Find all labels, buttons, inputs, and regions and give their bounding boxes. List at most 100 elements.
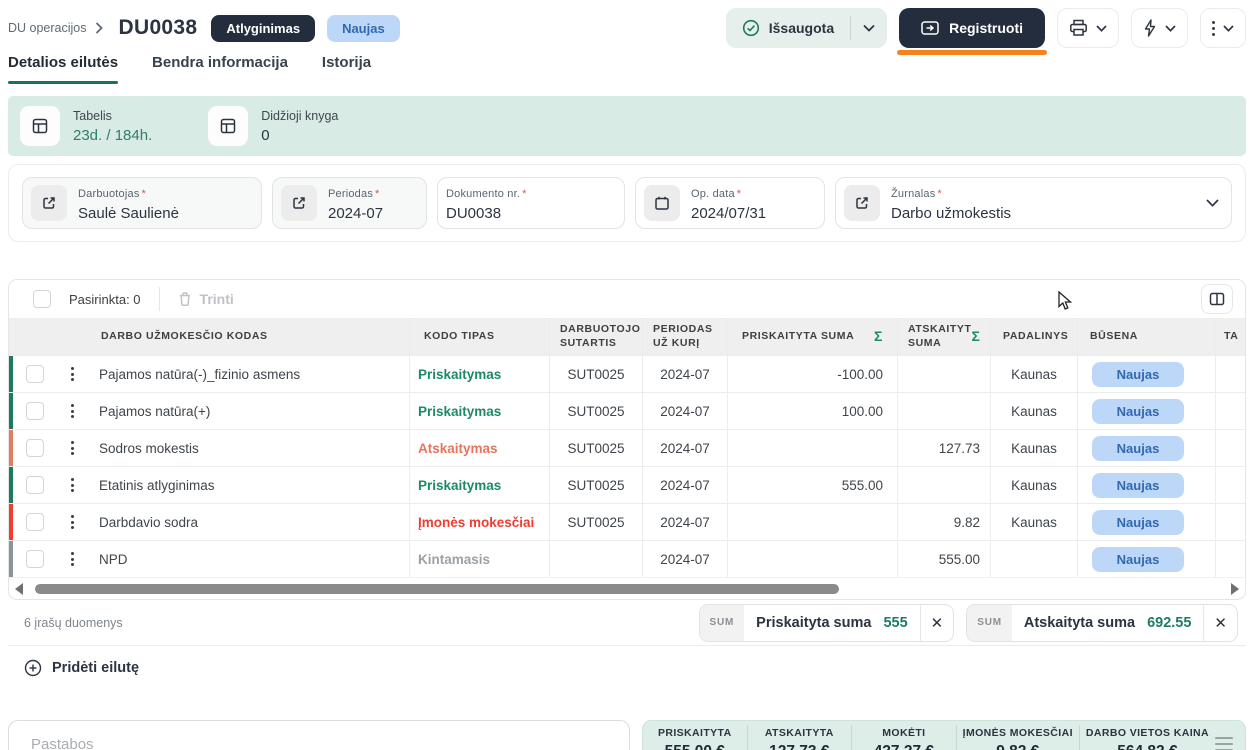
external-link-icon[interactable] xyxy=(281,185,317,221)
notes-input[interactable] xyxy=(8,720,630,750)
kebab-icon[interactable] xyxy=(71,478,74,492)
row-menu-cell xyxy=(57,356,87,392)
column-header-type[interactable]: KODO TIPAS xyxy=(409,318,549,355)
column-header-department[interactable]: PADALINYS xyxy=(990,318,1077,355)
cell-deducted-sum: 127.73 xyxy=(897,430,990,466)
cell-contract: SUT0025 xyxy=(549,393,642,429)
cell-code-type: Priskaitymas xyxy=(409,467,549,503)
scroll-right-arrow-icon[interactable] xyxy=(1231,583,1239,595)
code-type-label: Priskaitymas xyxy=(418,404,501,419)
kebab-icon[interactable] xyxy=(71,404,74,418)
form-field[interactable]: Periodas* 2024-07 xyxy=(272,177,427,229)
register-button[interactable]: Registruoti xyxy=(899,8,1045,48)
cell-code-type: Priskaitymas xyxy=(409,393,549,429)
required-asterisk: * xyxy=(737,188,741,200)
cell-status: Naujas xyxy=(1077,356,1215,392)
hamburger-icon[interactable] xyxy=(1215,737,1237,750)
kebab-icon[interactable] xyxy=(71,367,74,381)
cell-department: Kaunas xyxy=(990,504,1077,540)
table-row[interactable]: NPD Kintamasis 2024-07 555.00 Naujas xyxy=(9,540,1245,577)
field-value[interactable]: 2024-07 xyxy=(328,205,383,222)
tab[interactable]: Detalios eilutės xyxy=(8,54,118,84)
payroll-document-page: DU operacijos DU0038 Atlyginimas Naujas … xyxy=(0,0,1254,750)
tab[interactable]: Bendra informacija xyxy=(152,54,288,84)
column-header-accrued[interactable]: PRISKAITYTA SUMA Σ xyxy=(727,318,897,355)
field-value[interactable]: Saulė Saulienė xyxy=(78,205,179,222)
cell-code-name[interactable]: Sodros mokestis xyxy=(87,430,409,466)
info-item-label: Didžioji knyga xyxy=(261,109,338,123)
form-field[interactable]: Op. data* 2024/07/31 xyxy=(635,177,825,229)
external-link-icon[interactable] xyxy=(844,185,880,221)
row-checkbox[interactable] xyxy=(26,476,44,494)
row-checkbox[interactable] xyxy=(26,365,44,383)
sum-sigma-icon[interactable]: Σ xyxy=(874,328,883,346)
add-line-button[interactable]: Pridėti eilutę xyxy=(8,646,1246,690)
automation-menu-button[interactable] xyxy=(1131,8,1188,48)
row-menu-cell xyxy=(57,504,87,540)
cell-code-name[interactable]: Pajamos natūra(+) xyxy=(87,393,409,429)
table-row[interactable]: Pajamos natūra(-)_fizinio asmens Priskai… xyxy=(9,355,1245,392)
row-checkbox[interactable] xyxy=(26,402,44,420)
cell-code-name[interactable]: Pajamos natūra(-)_fizinio asmens xyxy=(87,356,409,392)
more-menu-button[interactable] xyxy=(1200,8,1246,48)
cell-code-name[interactable]: Darbdavio sodra xyxy=(87,504,409,540)
saved-button-label: Išsaugota xyxy=(769,20,834,36)
close-icon[interactable]: ✕ xyxy=(920,605,954,641)
kebab-icon[interactable] xyxy=(71,441,74,455)
chevron-down-icon[interactable] xyxy=(1196,199,1219,207)
total-stat: PRISKAITYTA 555.00 € xyxy=(643,725,748,750)
table-row[interactable]: Darbdavio sodra Įmonės mokesčiai SUT0025… xyxy=(9,503,1245,540)
cell-deducted-sum: 9.82 xyxy=(897,504,990,540)
selected-count-label: Pasirinkta: 0 xyxy=(69,292,141,307)
kebab-icon[interactable] xyxy=(71,515,74,529)
scroll-left-arrow-icon[interactable] xyxy=(15,583,23,595)
field-value[interactable]: 2024/07/31 xyxy=(691,205,766,222)
column-header-code[interactable]: DARBO UŽMOKESČIO KODAS xyxy=(9,318,409,355)
column-header-contract[interactable]: DARBUOTOJO SUTARTIS xyxy=(549,318,642,355)
sum-chip-value: 692.55 xyxy=(1147,615,1203,631)
external-link-icon[interactable] xyxy=(31,185,67,221)
table-row[interactable]: Pajamos natūra(+) Priskaitymas SUT0025 2… xyxy=(9,392,1245,429)
scrollbar-thumb[interactable] xyxy=(35,584,839,594)
column-header-deducted[interactable]: ATSKAITYT SUMA Σ xyxy=(897,318,990,355)
detail-lines-table-card: Pasirinkta: 0 Trinti DARBO UŽMOKESČIO KO… xyxy=(8,279,1246,600)
tab[interactable]: Istorija xyxy=(322,54,371,84)
table-row[interactable]: Etatinis atlyginimas Priskaitymas SUT002… xyxy=(9,466,1245,503)
row-status-badge: Naujas xyxy=(1092,547,1184,572)
table-header-row: DARBO UŽMOKESČIO KODAS KODO TIPAS DARBUO… xyxy=(9,318,1245,355)
form-field[interactable]: Darbuotojas* Saulė Saulienė xyxy=(22,177,262,229)
saved-split-button[interactable]: Išsaugota xyxy=(726,8,887,48)
row-checkbox[interactable] xyxy=(26,513,44,531)
close-icon[interactable]: ✕ xyxy=(1203,605,1237,641)
form-field[interactable]: Žurnalas* Darbo užmokestis xyxy=(835,177,1232,229)
cell-contract: SUT0025 xyxy=(549,430,642,466)
select-all-checkbox[interactable] xyxy=(33,290,51,308)
cell-period: 2024-07 xyxy=(642,504,727,540)
column-settings-button[interactable] xyxy=(1201,284,1233,314)
calendar-icon[interactable] xyxy=(644,185,680,221)
scrollbar-track[interactable] xyxy=(27,583,1227,595)
breadcrumb[interactable]: DU operacijos xyxy=(8,21,87,35)
row-checkbox-cell xyxy=(13,356,57,392)
field-value[interactable]: Darbo užmokestis xyxy=(891,205,1011,222)
cell-code-name[interactable]: NPD xyxy=(87,541,409,577)
trash-icon xyxy=(178,291,192,307)
table-row[interactable]: Sodros mokestis Atskaitymas SUT0025 2024… xyxy=(9,429,1245,466)
field-value[interactable]: DU0038 xyxy=(446,205,526,222)
form-field[interactable]: Dokumento nr.* DU0038 xyxy=(437,177,625,229)
row-checkbox[interactable] xyxy=(26,439,44,457)
column-header-period[interactable]: PERIODAS UŽ KURĮ xyxy=(642,318,727,355)
chevron-down-icon[interactable] xyxy=(851,24,887,32)
field-label: Periodas xyxy=(328,188,373,200)
chevron-down-icon xyxy=(1223,25,1234,32)
horizontal-scrollbar[interactable] xyxy=(9,577,1245,599)
column-header-truncated[interactable]: TA xyxy=(1215,318,1245,355)
delete-button[interactable]: Trinti xyxy=(178,291,234,307)
print-menu-button[interactable] xyxy=(1057,8,1119,48)
sum-chip-tag: SUM xyxy=(700,605,745,641)
column-header-status[interactable]: BŪSENA xyxy=(1077,318,1215,355)
sum-sigma-icon[interactable]: Σ xyxy=(972,328,981,346)
cell-code-name[interactable]: Etatinis atlyginimas xyxy=(87,467,409,503)
row-checkbox[interactable] xyxy=(26,550,44,568)
kebab-icon[interactable] xyxy=(71,552,74,566)
